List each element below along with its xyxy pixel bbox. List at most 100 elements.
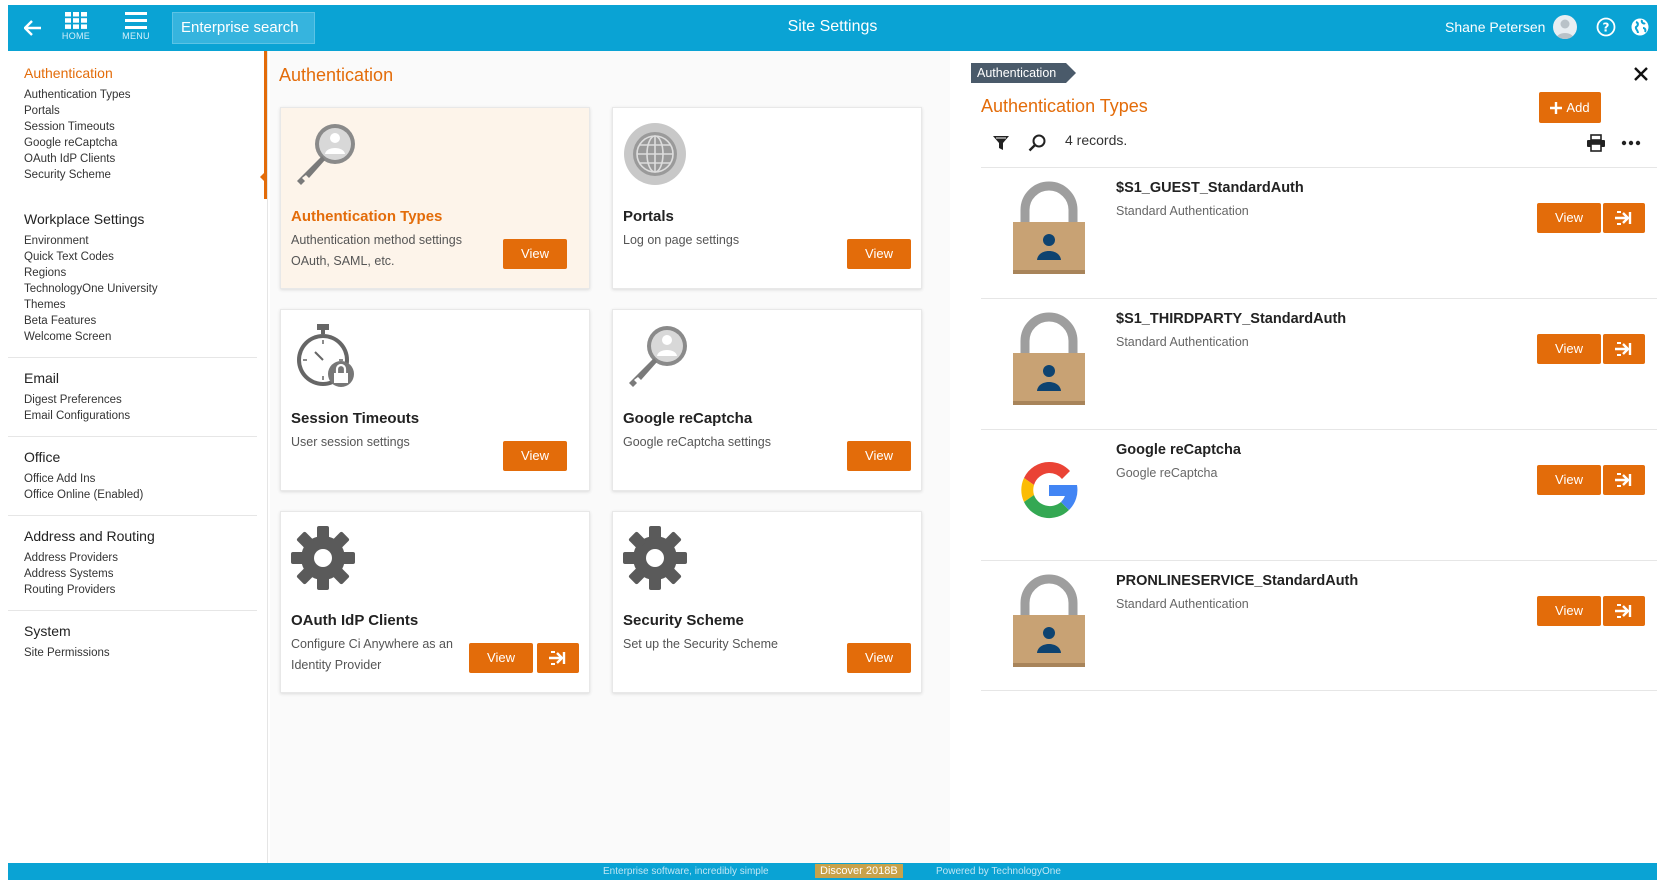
sidebar-item[interactable]: Session Timeouts <box>24 119 248 135</box>
close-icon[interactable] <box>1632 65 1650 83</box>
sidebar-group-system: System Site Permissions <box>8 610 257 673</box>
filter-icon[interactable] <box>990 132 1012 154</box>
plus-icon <box>1550 101 1563 114</box>
sidebar-heading[interactable]: Workplace Settings <box>24 211 241 227</box>
open-in-new-button[interactable] <box>1603 203 1645 233</box>
sidebar-item[interactable]: Security Scheme <box>24 167 248 183</box>
view-button[interactable]: View <box>1537 334 1601 364</box>
hamburger-icon <box>125 12 147 29</box>
sidebar-item[interactable]: Office Add Ins <box>24 471 241 487</box>
sidebar-item[interactable]: Email Configurations <box>24 408 241 424</box>
view-button[interactable]: View <box>503 239 567 269</box>
sidebar-item[interactable]: Beta Features <box>24 313 241 329</box>
view-button[interactable]: View <box>847 239 911 269</box>
record-count: 4 records. <box>1065 132 1128 148</box>
sidebar-item[interactable]: TechnologyOne University <box>24 281 241 297</box>
view-button[interactable]: View <box>469 643 533 673</box>
record-subtitle: Standard Authentication <box>1116 335 1249 349</box>
card-description: Authentication method settings OAuth, SA… <box>291 233 462 268</box>
list-item[interactable]: $S1_THIRDPARTY_StandardAuth Standard Aut… <box>981 298 1657 429</box>
sidebar-group-authentication: Authentication Authentication Types Port… <box>8 51 267 199</box>
card-security-scheme[interactable]: Security Scheme Set up the Security Sche… <box>612 511 922 693</box>
detail-panel: Authentication Authentication Types Add … <box>965 51 1657 863</box>
view-button[interactable]: View <box>1537 203 1601 233</box>
sidebar-heading[interactable]: Office <box>24 449 241 465</box>
enterprise-search-input[interactable]: Enterprise search <box>172 12 315 44</box>
card-session-timeouts[interactable]: Session Timeouts User session settings V… <box>280 309 590 491</box>
sidebar-group-office: Office Office Add Ins Office Online (Ena… <box>8 436 257 515</box>
key-user-icon <box>629 326 687 387</box>
sidebar-item[interactable]: Themes <box>24 297 241 313</box>
user-name[interactable]: Shane Petersen <box>1445 19 1545 35</box>
launch-arrow-icon <box>1615 342 1632 356</box>
add-button[interactable]: Add <box>1539 92 1601 123</box>
sidebar-heading[interactable]: Authentication <box>24 65 248 81</box>
sidebar-heading[interactable]: Email <box>24 370 241 386</box>
record-name[interactable]: $S1_GUEST_StandardAuth <box>1116 180 1304 196</box>
list-item[interactable]: PRONLINESERVICE_StandardAuth Standard Au… <box>981 560 1657 691</box>
record-name[interactable]: PRONLINESERVICE_StandardAuth <box>1116 573 1358 589</box>
view-button[interactable]: View <box>847 441 911 471</box>
avatar[interactable] <box>1553 15 1577 39</box>
padlock-user-icon <box>1013 181 1085 274</box>
list-item[interactable]: $S1_GUEST_StandardAuth Standard Authenti… <box>981 167 1657 298</box>
menu-button[interactable]: MENU <box>114 12 158 48</box>
open-in-new-button[interactable] <box>1603 465 1645 495</box>
list-item[interactable]: Google reCaptcha Google reCaptcha View <box>981 429 1657 560</box>
search-icon[interactable] <box>1026 132 1048 154</box>
footer-powered-by: Powered by TechnologyOne <box>936 866 1061 877</box>
sidebar-item[interactable]: Welcome Screen <box>24 329 241 345</box>
card-title: Session Timeouts <box>291 410 420 427</box>
add-label: Add <box>1566 100 1590 115</box>
sidebar-item[interactable]: Portals <box>24 103 248 119</box>
sidebar-item[interactable]: OAuth IdP Clients <box>24 151 248 167</box>
card-oauth-idp-clients[interactable]: OAuth IdP Clients Configure Ci Anywhere … <box>280 511 590 693</box>
footer-tagline: Enterprise software, incredibly simple <box>603 866 769 877</box>
stopwatch-lock-icon <box>297 324 354 387</box>
sidebar-item[interactable]: Environment <box>24 233 241 249</box>
sidebar-item[interactable]: Site Permissions <box>24 645 241 661</box>
record-name[interactable]: Google reCaptcha <box>1116 442 1241 458</box>
sidebar-item[interactable]: Digest Preferences <box>24 392 241 408</box>
sidebar-item[interactable]: Address Systems <box>24 566 241 582</box>
record-name[interactable]: $S1_THIRDPARTY_StandardAuth <box>1116 311 1346 327</box>
card-authentication-types[interactable]: Authentication Types Authentication meth… <box>280 107 590 289</box>
back-arrow-icon[interactable] <box>20 15 46 41</box>
card-portals[interactable]: Portals Log on page settings View <box>612 107 922 289</box>
view-button[interactable]: View <box>1537 596 1601 626</box>
sidebar-heading[interactable]: Address and Routing <box>24 528 241 544</box>
view-button[interactable]: View <box>1537 465 1601 495</box>
print-icon[interactable] <box>1585 132 1607 154</box>
view-button[interactable]: View <box>503 441 567 471</box>
card-google-recaptcha[interactable]: Google reCaptcha Google reCaptcha settin… <box>612 309 922 491</box>
key-user-icon <box>297 124 355 185</box>
menu-label: MENU <box>122 31 150 41</box>
open-in-new-button[interactable] <box>537 643 579 673</box>
sidebar-item[interactable]: Authentication Types <box>24 87 248 103</box>
globe-icon[interactable] <box>1628 15 1652 39</box>
sidebar-heading[interactable]: System <box>24 623 241 639</box>
sidebar-item[interactable]: Office Online (Enabled) <box>24 487 241 503</box>
sidebar-item[interactable]: Google reCaptcha <box>24 135 248 151</box>
home-button[interactable]: HOME <box>54 12 98 48</box>
main-content: Authentication Authentication Types Auth… <box>270 51 950 863</box>
record-subtitle: Google reCaptcha <box>1116 466 1218 480</box>
sidebar-item[interactable]: Regions <box>24 265 241 281</box>
more-options-icon[interactable] <box>1620 132 1642 154</box>
card-description: Set up the Security Scheme <box>623 637 778 651</box>
sidebar-item[interactable]: Address Providers <box>24 550 241 566</box>
active-indicator <box>260 171 266 183</box>
sidebar: Authentication Authentication Types Port… <box>8 51 268 863</box>
breadcrumb[interactable]: Authentication <box>971 63 1077 83</box>
grid-icon <box>65 12 87 29</box>
sidebar-item[interactable]: Quick Text Codes <box>24 249 241 265</box>
view-button[interactable]: View <box>847 643 911 673</box>
top-bar: HOME MENU Enterprise search Site Setting… <box>8 5 1657 51</box>
record-list: $S1_GUEST_StandardAuth Standard Authenti… <box>981 167 1657 691</box>
sidebar-item[interactable]: Routing Providers <box>24 582 241 598</box>
open-in-new-button[interactable] <box>1603 334 1645 364</box>
help-icon[interactable]: ? <box>1594 15 1618 39</box>
open-in-new-button[interactable] <box>1603 596 1645 626</box>
sidebar-group-workplace: Workplace Settings Environment Quick Tex… <box>8 199 257 357</box>
svg-text:?: ? <box>1603 21 1610 35</box>
